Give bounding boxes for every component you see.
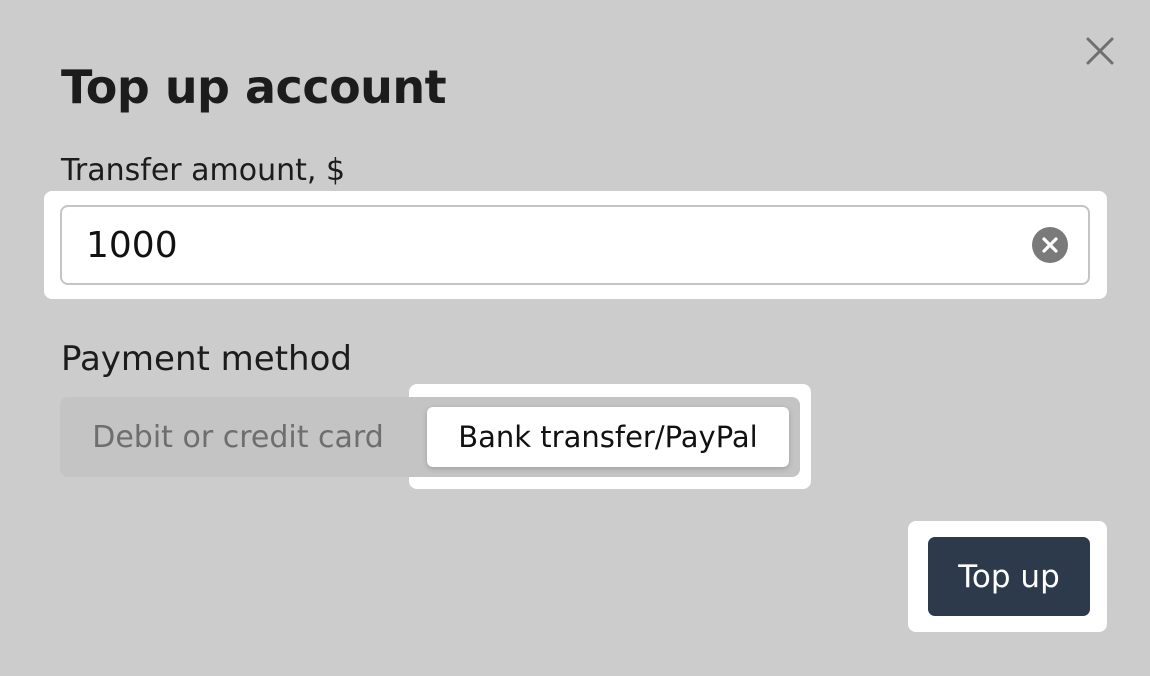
close-icon [1086, 37, 1114, 65]
top-up-dialog: Top up account Transfer amount, $ Paymen… [0, 0, 1150, 676]
payment-method-selector: Debit or credit card Bank transfer/PayPa… [60, 397, 800, 477]
clear-amount-button[interactable] [1032, 227, 1068, 263]
payment-option-card[interactable]: Debit or credit card [60, 397, 416, 477]
clear-circle-icon [1042, 237, 1058, 253]
top-up-button[interactable]: Top up [928, 537, 1090, 616]
transfer-amount-label: Transfer amount, $ [61, 153, 346, 188]
dialog-title: Top up account [61, 60, 447, 114]
transfer-amount-input[interactable] [86, 207, 1006, 283]
close-button[interactable] [1082, 33, 1118, 69]
payment-option-bank-transfer[interactable]: Bank transfer/PayPal [427, 407, 789, 467]
payment-method-label: Payment method [61, 339, 352, 379]
transfer-amount-field[interactable] [60, 205, 1090, 285]
